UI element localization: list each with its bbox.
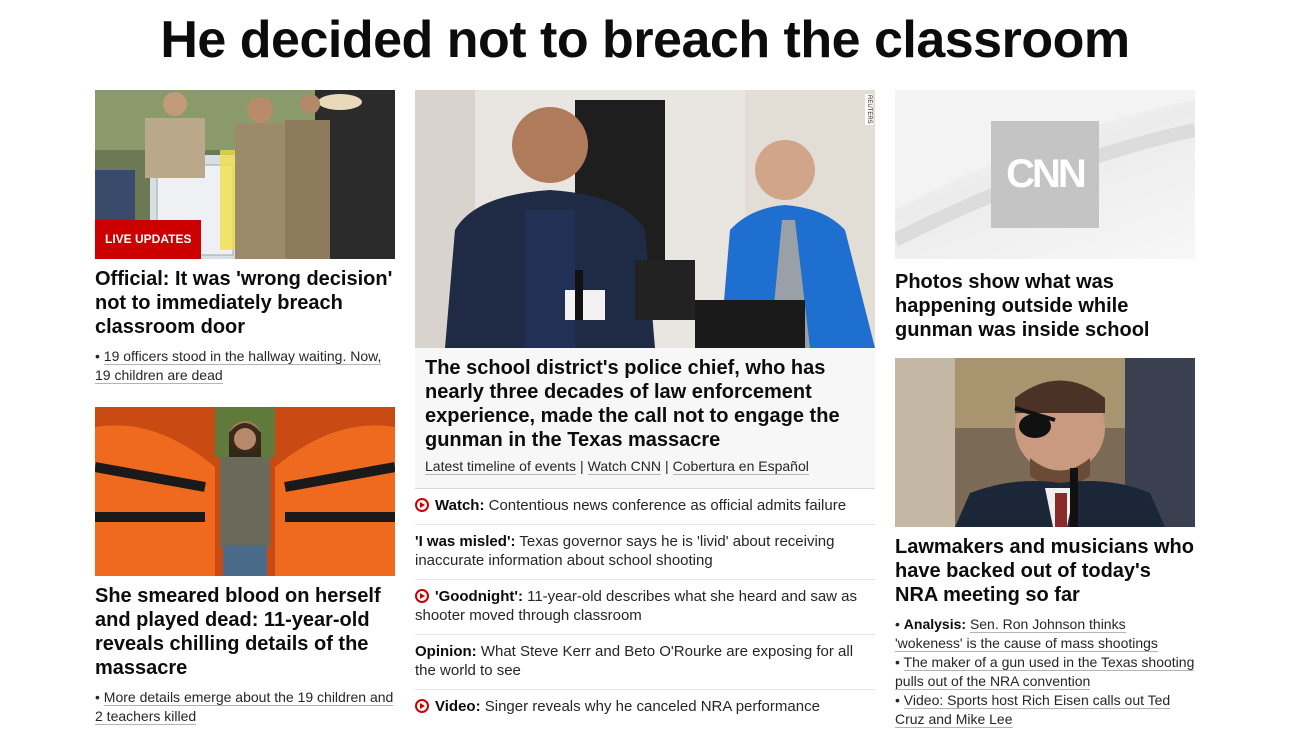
photo-credit: REUTERS xyxy=(865,94,873,125)
bullet-item: • Analysis: Sen. Ron Johnson thinks 'wok… xyxy=(895,616,1158,652)
list-item[interactable]: 'Goodnight': 11-year-old describes what … xyxy=(415,579,875,634)
victims-details-link[interactable]: More details emerge about the 19 childre… xyxy=(95,689,394,725)
story-prefix: 'I was misled': xyxy=(415,533,516,550)
survivor-story-title[interactable]: She smeared blood on herself and played … xyxy=(95,584,395,680)
story-text: Contentious news conference as official … xyxy=(488,497,847,514)
bullet-item: • 19 officers stood in the hallway waiti… xyxy=(95,348,382,384)
nra-story-title[interactable]: Lawmakers and musicians who have backed … xyxy=(895,535,1195,607)
center-column: REUTERS The school district's police chi… xyxy=(415,90,875,725)
play-icon xyxy=(415,589,429,603)
photos-story-title[interactable]: Photos show what was happening outside w… xyxy=(895,270,1195,342)
story-prefix: Opinion: xyxy=(415,643,477,660)
related-stories-list: Watch: Contentious news conference as of… xyxy=(415,488,875,725)
officers-hallway-link[interactable]: 19 officers stood in the hallway waiting… xyxy=(95,348,382,384)
police-chief-photo-image xyxy=(415,90,875,348)
link-separator: | xyxy=(579,458,584,474)
story-text: What Steve Kerr and Beto O'Rourke are ex… xyxy=(415,643,854,679)
play-icon xyxy=(415,498,429,512)
cnn-logo: CNN xyxy=(991,121,1099,228)
page-headline[interactable]: He decided not to breach the classroom xyxy=(0,10,1290,70)
nra-story-card[interactable]: Lawmakers and musicians who have backed … xyxy=(895,358,1195,729)
nra-story-bullets: • Analysis: Sen. Ron Johnson thinks 'wok… xyxy=(895,615,1195,729)
story-prefix: Watch: xyxy=(435,497,485,514)
watch-cnn-link[interactable]: Watch CNN xyxy=(587,458,662,475)
live-updates-badge[interactable]: LIVE UPDATES xyxy=(95,220,202,259)
story-prefix: Video: xyxy=(435,698,481,715)
hero-links: Latest timeline of events | Watch CNN | Cobe… xyxy=(425,458,865,475)
survivor-story-card[interactable]: She smeared blood on herself and played … xyxy=(95,407,395,726)
bullet-prefix: Analysis: xyxy=(903,616,967,632)
bullet-item: • The maker of a gun used in the Texas s… xyxy=(895,654,1195,690)
right-column: CNN Photos show what was happening outsi… xyxy=(895,90,1195,729)
bullet-item: • More details emerge about the 19 child… xyxy=(95,689,394,725)
briefing-photo[interactable]: LIVE UPDATES xyxy=(95,90,395,259)
cnn-placeholder-photo[interactable]: CNN xyxy=(895,90,1195,259)
survivor-photo[interactable] xyxy=(95,407,395,576)
list-item[interactable]: Video: Singer reveals why he canceled NR… xyxy=(415,689,875,725)
hero-title[interactable]: The school district's police chief, who … xyxy=(425,356,865,452)
list-item[interactable]: Watch: Contentious news conference as of… xyxy=(415,488,875,524)
link-separator: | xyxy=(665,458,669,474)
hero-text-block: The school district's police chief, who … xyxy=(415,348,875,488)
cobertura-link[interactable]: Cobertura en Español xyxy=(672,458,809,475)
list-item[interactable]: Opinion: What Steve Kerr and Beto O'Rour… xyxy=(415,634,875,689)
hero-photo[interactable]: REUTERS xyxy=(415,90,875,348)
left-column: LIVE UPDATES Official: It was 'wrong dec… xyxy=(95,90,395,726)
story-text: Singer reveals why he canceled NRA perfo… xyxy=(484,698,820,715)
official-story-card[interactable]: LIVE UPDATES Official: It was 'wrong dec… xyxy=(95,90,395,385)
list-item[interactable]: 'I was misled': Texas governor says he i… xyxy=(415,524,875,579)
bullet-item: • Video: Sports host Rich Eisen calls ou… xyxy=(895,692,1171,728)
timeline-link[interactable]: Latest timeline of events xyxy=(425,458,576,475)
cnn-logo-text: CNN xyxy=(1006,152,1087,196)
lawmaker-photo-image xyxy=(895,358,1195,527)
rich-eisen-link[interactable]: Video: Sports host Rich Eisen calls out … xyxy=(895,692,1171,728)
photos-story-card[interactable]: CNN Photos show what was happening outsi… xyxy=(895,90,1195,342)
play-icon xyxy=(415,699,429,713)
survivor-story-bullets: • More details emerge about the 19 child… xyxy=(95,688,395,726)
official-story-title[interactable]: Official: It was 'wrong decision' not to… xyxy=(95,267,395,339)
official-story-bullets: • 19 officers stood in the hallway waiti… xyxy=(95,347,395,385)
lawmaker-photo[interactable] xyxy=(895,358,1195,527)
story-prefix: 'Goodnight': xyxy=(435,588,523,605)
butterfly-mural-photo-image xyxy=(95,407,395,576)
gun-maker-link[interactable]: The maker of a gun used in the Texas sho… xyxy=(895,654,1195,690)
